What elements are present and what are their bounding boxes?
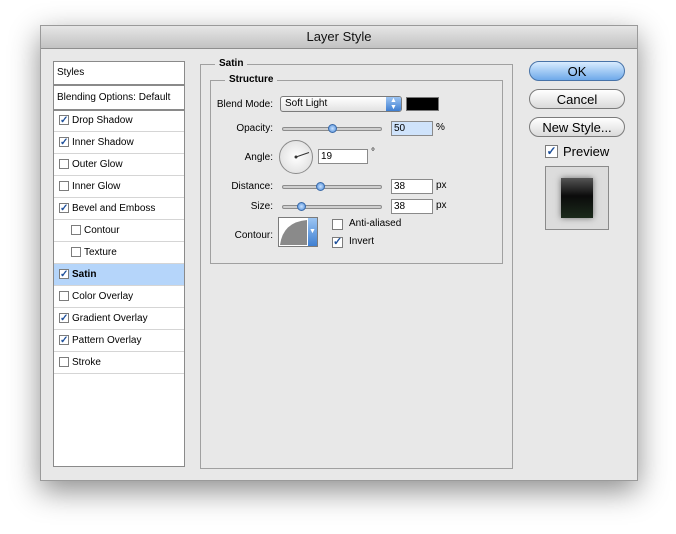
angle-label: Angle: — [244, 152, 273, 163]
satin-group: Satin Structure Blend Mode: Soft Light ▲… — [200, 58, 513, 469]
style-item-gradient-overlay[interactable]: ✓ Gradient Overlay — [54, 308, 184, 330]
style-item-checkbox[interactable]: ✓ — [59, 115, 69, 126]
distance-input[interactable]: 38 — [391, 179, 433, 194]
style-item-checkbox[interactable] — [59, 357, 69, 367]
structure-group-title: Structure — [225, 74, 278, 85]
opacity-label: Opacity: — [236, 123, 273, 134]
blend-mode-value: Soft Light — [285, 98, 328, 109]
style-item-contour[interactable]: Contour — [54, 220, 184, 242]
anti-aliased-label: Anti-aliased — [349, 218, 402, 229]
style-item-label: Pattern Overlay — [72, 335, 142, 346]
ok-button[interactable]: OK — [529, 61, 625, 81]
style-item-checkbox[interactable]: ✓ — [59, 269, 69, 280]
style-item-pattern-overlay[interactable]: ✓ Pattern Overlay — [54, 330, 184, 352]
style-item-label: Color Overlay — [72, 291, 134, 302]
style-item-checkbox[interactable]: ✓ — [59, 203, 69, 214]
style-item-label: Contour — [84, 225, 120, 236]
preview-checkbox[interactable]: ✓ — [545, 145, 558, 158]
style-item-checkbox[interactable]: ✓ — [59, 137, 69, 148]
window-title: Layer Style — [41, 26, 637, 49]
preview-swatch — [561, 178, 593, 218]
style-item-checkbox[interactable] — [71, 247, 81, 257]
size-unit: px — [436, 200, 447, 211]
opacity-unit: % — [436, 122, 445, 133]
preview-thumbnail — [545, 166, 609, 230]
blend-color-swatch[interactable] — [406, 97, 439, 111]
style-item-satin[interactable]: ✓ Satin — [54, 264, 184, 286]
distance-slider-knob[interactable] — [315, 182, 325, 191]
style-item-inner-glow[interactable]: Inner Glow — [54, 176, 184, 198]
style-item-blending-options-default[interactable]: Blending Options: Default — [54, 87, 184, 111]
anti-aliased-checkbox[interactable] — [332, 219, 343, 230]
style-item-texture[interactable]: Texture — [54, 242, 184, 264]
preview-label: Preview — [563, 144, 610, 159]
style-item-label: Satin — [72, 269, 97, 280]
style-item-label: Texture — [84, 247, 117, 258]
distance-label: Distance: — [231, 181, 273, 192]
style-item-label: Blending Options: Default — [57, 92, 171, 103]
structure-group: Structure Blend Mode: Soft Light ▲ ▼ Opac… — [210, 74, 503, 264]
style-item-label: Bevel and Emboss — [72, 203, 156, 214]
distance-slider[interactable] — [282, 185, 382, 189]
style-item-checkbox[interactable] — [71, 225, 81, 235]
chevron-down-icon: ▼ — [308, 218, 317, 246]
blend-mode-label: Blend Mode: — [216, 99, 273, 110]
style-item-color-overlay[interactable]: Color Overlay — [54, 286, 184, 308]
style-item-bevel-and-emboss[interactable]: ✓ Bevel and Emboss — [54, 198, 184, 220]
layer-style-dialog: Layer Style Styles Blending Options: Defa… — [40, 25, 638, 481]
blend-mode-select[interactable]: Soft Light ▲ ▼ — [280, 96, 402, 112]
new-style-button[interactable]: New Style... — [529, 117, 625, 137]
style-item-inner-shadow[interactable]: ✓ Inner Shadow — [54, 132, 184, 154]
angle-unit: ° — [371, 147, 375, 158]
style-item-label: Inner Shadow — [72, 137, 134, 148]
size-label: Size: — [250, 201, 273, 212]
style-item-styles[interactable]: Styles — [54, 62, 184, 86]
style-item-label: Styles — [57, 67, 85, 78]
style-item-label: Stroke — [72, 357, 101, 368]
contour-label: Contour: — [234, 230, 273, 241]
style-item-label: Outer Glow — [72, 159, 123, 170]
contour-picker[interactable]: ▼ — [278, 217, 318, 247]
style-item-stroke[interactable]: Stroke — [54, 352, 184, 374]
invert-label: Invert — [349, 236, 375, 247]
style-item-checkbox[interactable]: ✓ — [59, 313, 69, 324]
size-slider-knob[interactable] — [296, 202, 306, 211]
style-item-outer-glow[interactable]: Outer Glow — [54, 154, 184, 176]
style-item-label: Gradient Overlay — [72, 313, 148, 324]
style-item-label: Drop Shadow — [72, 115, 133, 126]
style-item-checkbox[interactable] — [59, 291, 69, 301]
angle-dial[interactable] — [279, 140, 313, 174]
invert-checkbox[interactable]: ✓ — [332, 237, 343, 248]
style-item-drop-shadow[interactable]: ✓ Drop Shadow — [54, 110, 184, 132]
style-item-checkbox[interactable]: ✓ — [59, 335, 69, 346]
chevron-updown-icon: ▲ ▼ — [386, 97, 401, 111]
size-input[interactable]: 38 — [391, 199, 433, 214]
styles-list: Styles Blending Options: Default ✓ Drop Sha… — [53, 61, 185, 467]
style-item-checkbox[interactable] — [59, 181, 69, 191]
satin-group-title: Satin — [215, 58, 248, 69]
opacity-slider-knob[interactable] — [327, 124, 337, 133]
angle-input[interactable]: 19 — [318, 149, 368, 164]
cancel-button[interactable]: Cancel — [529, 89, 625, 109]
style-item-label: Inner Glow — [72, 181, 121, 192]
contour-curve-icon — [280, 220, 307, 245]
distance-unit: px — [436, 180, 447, 191]
angle-needle-icon — [294, 152, 310, 159]
style-item-checkbox[interactable] — [59, 159, 69, 169]
opacity-input[interactable]: 50 — [391, 121, 433, 136]
